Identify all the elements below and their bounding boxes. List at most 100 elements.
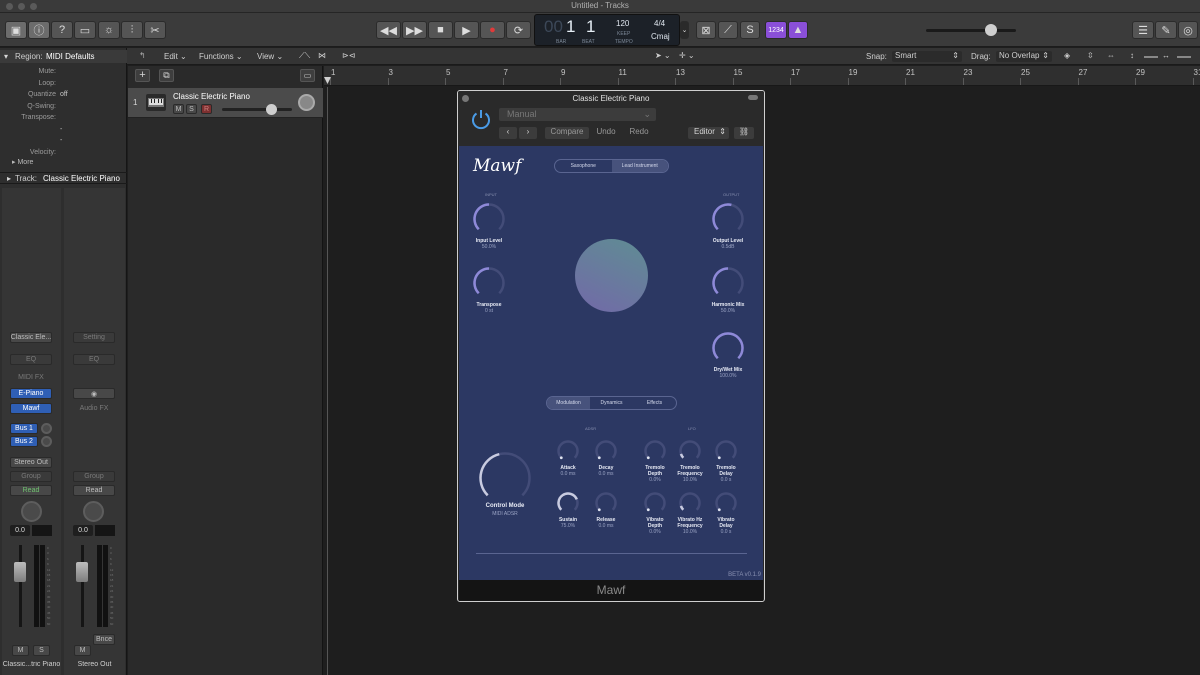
- pan-knob-out[interactable]: [83, 501, 104, 522]
- add-track-button[interactable]: +: [135, 69, 150, 82]
- drag-select[interactable]: No Overlap ⇕: [996, 51, 1052, 62]
- solo-mode-button[interactable]: S: [740, 21, 760, 39]
- inspector-row[interactable]: Quantize off: [0, 91, 127, 102]
- automation-mode-out[interactable]: Read: [73, 485, 115, 496]
- instrument-slot[interactable]: E-Piano: [10, 388, 52, 399]
- master-volume-slider[interactable]: [926, 24, 1016, 36]
- audio-fx-slot-1[interactable]: Mawf: [10, 403, 52, 414]
- horizontal-zoom-icon[interactable]: ↔: [1162, 51, 1170, 60]
- channel-name-out[interactable]: Stereo Out: [64, 661, 125, 668]
- inspector-button[interactable]: ⓘ: [28, 21, 50, 39]
- parameter-knob[interactable]: [678, 491, 702, 515]
- quick-help-button[interactable]: ?: [51, 21, 73, 39]
- bounce-button[interactable]: Bnce: [93, 634, 115, 645]
- inspector-row[interactable]: Loop:: [0, 80, 127, 91]
- section-tab[interactable]: Modulation: [547, 397, 590, 409]
- power-button[interactable]: [469, 107, 493, 131]
- parameter-knob[interactable]: [594, 439, 618, 463]
- count-in-button[interactable]: 1234: [765, 21, 787, 39]
- instrument-tab[interactable]: Lead Instrument: [611, 160, 668, 172]
- track-volume-handle[interactable]: [266, 104, 277, 115]
- pan-knob[interactable]: [21, 501, 42, 522]
- group-slot-out[interactable]: Group: [73, 471, 115, 482]
- compare-button[interactable]: Compare: [545, 127, 589, 139]
- track-solo-button[interactable]: S: [186, 104, 197, 114]
- volume-fader-track[interactable]: [19, 545, 22, 627]
- track-inspector-header[interactable]: ▸ Track: Classic Electric Piano: [0, 172, 127, 184]
- horizontal-zoom-slider[interactable]: [1177, 56, 1191, 58]
- track-row[interactable]: 1 Classic Electric Piano M S R: [128, 88, 323, 118]
- next-preset-button[interactable]: ›: [519, 127, 537, 139]
- track-header-name[interactable]: Classic Electric Piano: [173, 92, 250, 101]
- parameter-knob[interactable]: [472, 266, 506, 300]
- fast-forward-button[interactable]: ▶▶: [402, 21, 427, 39]
- library-button[interactable]: ▣: [5, 21, 27, 39]
- send-bus-1[interactable]: Bus 1: [10, 423, 38, 434]
- send-level-knob-1[interactable]: [41, 423, 52, 434]
- notepad-button[interactable]: ✎: [1155, 21, 1177, 39]
- vertical-zoom-fit-icon[interactable]: ⇳: [1087, 51, 1094, 60]
- record-button[interactable]: ●: [480, 21, 505, 39]
- snap-select[interactable]: Smart ⇕: [892, 51, 962, 62]
- functions-menu[interactable]: Functions ⌄: [199, 52, 243, 61]
- parameter-knob[interactable]: [643, 491, 667, 515]
- parameter-knob[interactable]: [714, 491, 738, 515]
- track-pan-knob[interactable]: [298, 94, 315, 111]
- view-mode-select[interactable]: Editor ⇕: [688, 127, 729, 139]
- timeline-ruler[interactable]: 135791113151719212325272931: [324, 66, 1200, 86]
- solo-button[interactable]: S: [33, 645, 50, 656]
- flex-icon[interactable]: ⋈: [318, 51, 326, 60]
- instrument-tab[interactable]: Saxophone: [555, 160, 612, 172]
- view-menu[interactable]: View ⌄: [257, 52, 283, 61]
- undo-button[interactable]: Undo: [591, 127, 621, 139]
- edit-menu[interactable]: Edit ⌄: [164, 52, 187, 61]
- mixer-button[interactable]: ⫶: [121, 21, 143, 39]
- parameter-knob[interactable]: [711, 266, 745, 300]
- link-button[interactable]: ◉: [73, 388, 115, 399]
- volume-readout-out[interactable]: 0.0: [73, 525, 93, 536]
- link-button[interactable]: ⛓: [734, 127, 754, 139]
- replace-button[interactable]: ⊠: [696, 21, 716, 39]
- vertical-zoom-icon[interactable]: ↕: [1130, 51, 1134, 60]
- section-tabs[interactable]: Modulation Dynamics Effects: [546, 396, 677, 410]
- parameter-knob[interactable]: [643, 439, 667, 463]
- parameter-knob[interactable]: [556, 439, 580, 463]
- secondary-tool[interactable]: ✛ ⌄: [679, 51, 695, 60]
- vertical-zoom-slider[interactable]: [1144, 56, 1158, 58]
- midi-fx-slot[interactable]: MIDI FX: [10, 372, 52, 383]
- browsers-button[interactable]: ◎: [1178, 21, 1198, 39]
- lcd-display[interactable]: 00 1 1 BAR BEAT 120 KEEP TEMPO 4/4 Cmaj: [534, 14, 680, 46]
- volume-fader-track-out[interactable]: [81, 545, 84, 627]
- parameter-knob[interactable]: [472, 202, 506, 236]
- volume-fader-out[interactable]: [76, 562, 88, 582]
- instrument-selector[interactable]: Saxophone Lead Instrument: [554, 159, 669, 173]
- inspector-row[interactable]: Q-Swing:: [0, 103, 127, 114]
- mute-button-out[interactable]: M: [74, 645, 91, 656]
- back-icon[interactable]: ↰: [139, 51, 146, 60]
- toolbar-toggle-button[interactable]: ▭: [74, 21, 96, 39]
- global-tracks-button[interactable]: ▭: [300, 69, 315, 82]
- xy-control-pad[interactable]: [575, 239, 648, 312]
- group-slot[interactable]: Group: [10, 471, 52, 482]
- section-tab[interactable]: Effects: [633, 397, 676, 409]
- parameter-knob[interactable]: [594, 491, 618, 515]
- stop-button[interactable]: ■: [428, 21, 453, 39]
- volume-readout[interactable]: 0.0: [10, 525, 30, 536]
- control-mode-knob[interactable]: [478, 451, 532, 505]
- previous-preset-button[interactable]: ‹: [499, 127, 517, 139]
- automation-icon[interactable]: ⟋⟍: [299, 51, 310, 61]
- output-slot[interactable]: Stereo Out: [10, 457, 52, 468]
- catch-icon[interactable]: ⊳⊲: [342, 51, 355, 60]
- metronome-button[interactable]: ▲: [788, 21, 808, 39]
- mute-button[interactable]: M: [12, 645, 29, 656]
- setting-button[interactable]: Classic Ele...: [10, 332, 52, 343]
- parameter-knob[interactable]: [714, 439, 738, 463]
- playhead-icon[interactable]: [324, 77, 331, 85]
- inspector-row[interactable]: Transpose:: [0, 114, 127, 125]
- editors-button[interactable]: ✂: [144, 21, 166, 39]
- waveform-zoom-icon[interactable]: ◈: [1064, 51, 1070, 60]
- horizontal-zoom-fit-icon[interactable]: ⇔: [1107, 51, 1115, 60]
- eq-button[interactable]: EQ: [10, 354, 52, 365]
- track-mute-button[interactable]: M: [173, 104, 184, 114]
- track-record-button[interactable]: R: [201, 104, 212, 114]
